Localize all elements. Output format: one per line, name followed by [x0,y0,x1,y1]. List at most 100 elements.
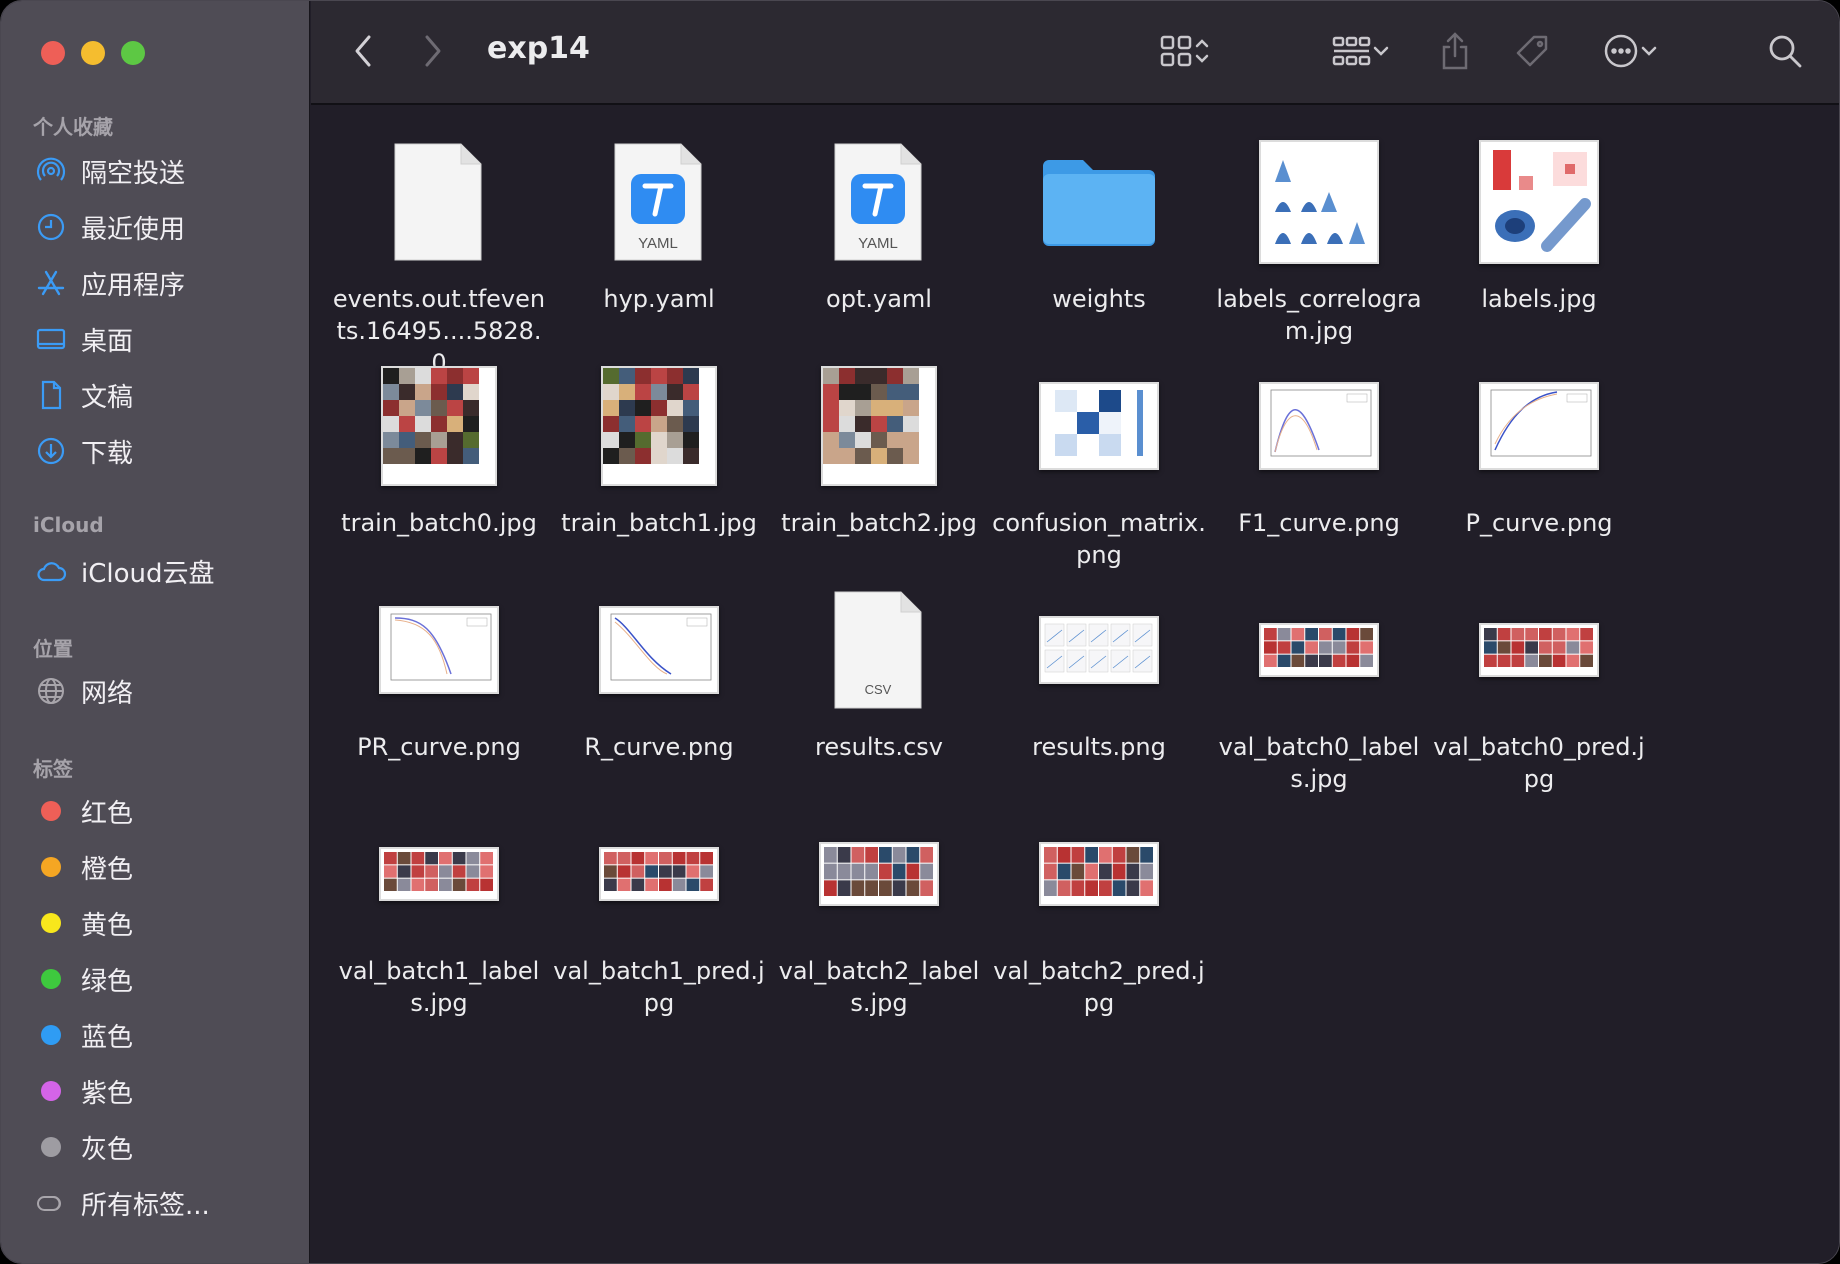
search-button[interactable] [1763,29,1807,73]
file-name: labels_correlogram.jpg [1216,285,1422,345]
sidebar-item-tag[interactable]: 绿色 [33,957,293,1001]
image-thumbnail [381,366,497,486]
file-name: confusion_matrix.png [992,509,1206,569]
file-item[interactable]: train_batch0.jpg [329,359,549,539]
search-icon [1769,35,1802,68]
forward-button[interactable] [415,33,451,69]
file-name: val_batch0_labels.jpg [1218,733,1420,793]
sidebar-item-airdrop[interactable]: 隔空投送 [33,149,293,193]
sidebar-item-tag[interactable]: 蓝色 [33,1013,293,1057]
chevron-right-icon [425,35,441,67]
file-item[interactable]: events.out.tfevents.16495....5828.0 [329,135,549,379]
file-thumbnail [329,359,549,493]
file-item[interactable]: weights [989,135,1209,315]
sidebar-item-label: 隔空投送 [81,158,186,189]
sidebar-item-icloud-drive[interactable]: iCloud云盘 [33,549,293,593]
applications-icon [33,265,69,301]
sidebar: 个人收藏 隔空投送 最近使用 应用程序 桌面 文稿 下载 iCloud iClo… [1,1,310,1263]
file-item[interactable]: R_curve.png [549,583,769,763]
airdrop-icon [33,153,69,189]
file-item[interactable]: labels.jpg [1429,135,1649,315]
sidebar-item-tag[interactable]: 紫色 [33,1069,293,1113]
close-button[interactable] [41,41,65,65]
file-name: P_curve.png [1465,509,1613,537]
file-thumbnail [1209,135,1429,269]
sidebar-item-tag[interactable]: 红色 [33,789,293,833]
file-item[interactable]: val_batch1_labels.jpg [329,807,549,1019]
file-thumbnail [329,807,549,941]
svg-text:YAML: YAML [858,235,898,252]
file-name: val_batch2_pred.jpg [993,957,1205,1017]
file-thumbnail [1209,583,1429,717]
file-thumbnail [329,583,549,717]
view-mode-button[interactable] [1147,31,1223,71]
tag-button[interactable] [1511,29,1555,73]
image-thumbnail [1479,623,1599,677]
zoom-button[interactable] [121,41,145,65]
file-item[interactable]: val_batch2_pred.jpg [989,807,1209,1019]
cloud-icon [33,553,69,589]
image-thumbnail [819,842,939,906]
sidebar-item-all-tags[interactable]: 所有标签... [33,1181,293,1225]
file-item[interactable]: F1_curve.png [1209,359,1429,539]
file-item[interactable]: YAML hyp.yaml [549,135,769,315]
tag-color-dot-icon [41,801,61,821]
sidebar-item-label: 下载 [81,438,134,469]
file-name: F1_curve.png [1238,509,1400,537]
share-button[interactable] [1435,29,1475,73]
image-thumbnail [379,847,499,901]
sidebar-item-recents[interactable]: 最近使用 [33,205,293,249]
sidebar-item-applications[interactable]: 应用程序 [33,261,293,305]
sidebar-item-desktop[interactable]: 桌面 [33,317,293,361]
tag-color-dot-icon [41,1081,61,1101]
sidebar-item-tag[interactable]: 橙色 [33,845,293,889]
grid-view-icon [1160,35,1192,67]
file-name: train_batch0.jpg [341,509,537,537]
clock-icon [33,209,69,245]
file-item[interactable]: labels_correlogram.jpg [1209,135,1429,347]
sidebar-item-documents[interactable]: 文稿 [33,373,293,417]
file-item[interactable]: CSV results.csv [769,583,989,763]
sidebar-item-tag[interactable]: 黄色 [33,901,293,945]
group-button[interactable] [1321,31,1401,71]
file-item[interactable]: val_batch2_labels.jpg [769,807,989,1019]
file-item[interactable]: confusion_matrix.png [989,359,1209,571]
file-item[interactable]: PR_curve.png [329,583,549,763]
file-name: val_batch1_labels.jpg [338,957,540,1017]
tag-color-dot-icon [41,1025,61,1045]
chevron-left-icon [355,35,371,67]
file-item[interactable]: P_curve.png [1429,359,1649,539]
image-thumbnail [1259,623,1379,677]
file-name: val_batch2_labels.jpg [778,957,980,1017]
file-thumbnail [329,135,549,269]
sidebar-item-label: 蓝色 [81,1022,134,1053]
file-item[interactable]: YAML opt.yaml [769,135,989,315]
file-item[interactable]: train_batch2.jpg [769,359,989,539]
file-name: hyp.yaml [603,285,715,313]
image-thumbnail [601,366,717,486]
file-name: val_batch0_pred.jpg [1433,733,1645,793]
image-thumbnail [1479,382,1599,470]
back-button[interactable] [345,33,381,69]
file-thumbnail [769,359,989,493]
file-thumbnail [989,135,1209,269]
file-item[interactable]: val_batch1_pred.jpg [549,807,769,1019]
file-item[interactable]: results.png [989,583,1209,763]
sidebar-item-downloads[interactable]: 下载 [33,429,293,473]
file-thumbnail: YAML [769,135,989,269]
svg-text:YAML: YAML [638,235,678,252]
file-thumbnail [549,807,769,941]
file-item[interactable]: train_batch1.jpg [549,359,769,539]
file-thumbnail [769,807,989,941]
file-item[interactable]: val_batch0_labels.jpg [1209,583,1429,795]
sidebar-item-tag[interactable]: 灰色 [33,1125,293,1169]
sidebar-item-label: 所有标签... [81,1190,210,1221]
sidebar-item-label: 桌面 [81,326,134,357]
sidebar-item-network[interactable]: 网络 [33,669,293,713]
minimize-button[interactable] [81,41,105,65]
file-item[interactable]: val_batch0_pred.jpg [1429,583,1649,795]
file-thumbnail [989,359,1209,493]
image-thumbnail [1039,842,1159,906]
file-name: PR_curve.png [357,733,521,761]
more-actions-button[interactable] [1593,29,1669,73]
